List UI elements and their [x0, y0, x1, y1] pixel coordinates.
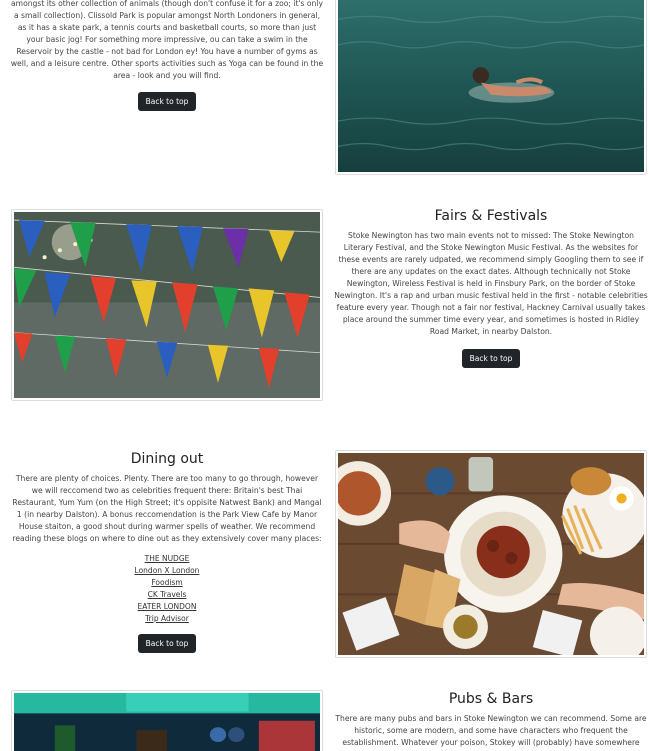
food-table-image — [335, 450, 647, 658]
fairs-text-column: Fairs & Festivals Stoke Newington has tw… — [334, 208, 648, 368]
link-ck-travels[interactable]: CK Travels — [10, 589, 324, 601]
parks-paragraph: amongst its other collection of animals … — [10, 0, 324, 80]
back-to-top-button[interactable]: Back to top — [137, 634, 197, 653]
swimmer-image — [335, 0, 647, 175]
link-the-nudge[interactable]: THE NUDGE — [10, 553, 324, 565]
link-trip-advisor[interactable]: Trip Advisor — [10, 613, 324, 625]
back-to-top-button[interactable]: Back to top — [461, 349, 521, 368]
parks-text-column: amongst its other collection of animals … — [10, 0, 324, 111]
fairs-heading: Fairs & Festivals — [434, 208, 548, 224]
pubs-paragraph: There are many pubs and bars in Stoke Ne… — [335, 714, 647, 751]
fairs-paragraph: Stoke Newington has two main events not … — [334, 231, 648, 336]
back-to-top-button[interactable]: Back to top — [137, 92, 197, 111]
link-london-x-london[interactable]: London X London — [10, 565, 324, 577]
bunting-image — [11, 209, 323, 401]
pubs-text-column: Pubs & Bars There are many pubs and bars… — [334, 691, 648, 751]
link-foodism[interactable]: Foodism — [10, 577, 324, 589]
pubs-heading: Pubs & Bars — [448, 691, 534, 707]
dining-paragraph: There are plenty of choices. Plenty. The… — [12, 474, 322, 543]
dining-heading: Dining out — [130, 451, 204, 467]
link-eater-london[interactable]: EATER LONDON — [10, 601, 324, 613]
dining-links-list: THE NUDGE London X London Foodism CK Tra… — [10, 553, 324, 625]
dining-text-column: Dining out There are plenty of choices. … — [10, 451, 324, 653]
pub-image — [11, 690, 323, 751]
